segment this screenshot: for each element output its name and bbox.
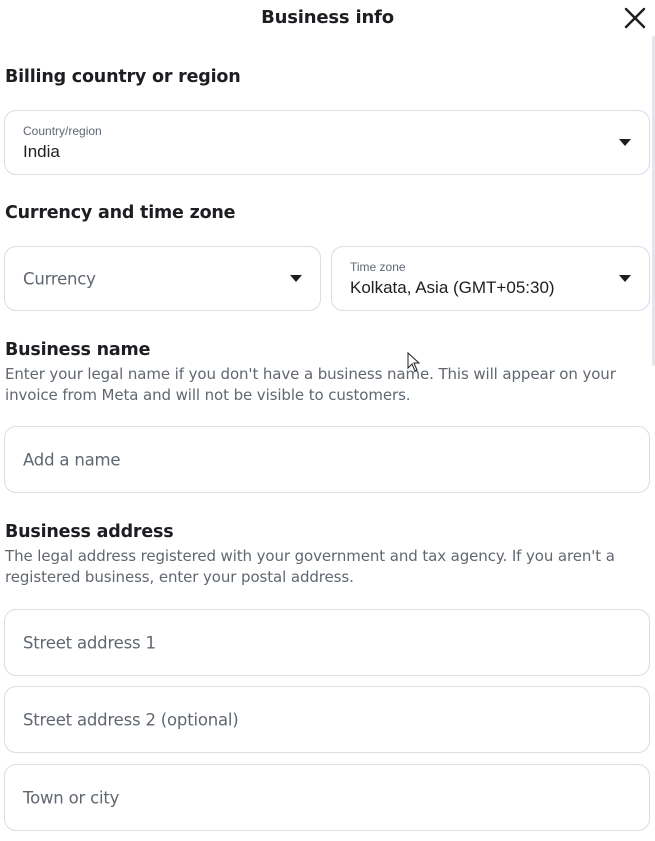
business-name-section-title: Business name [5, 340, 151, 360]
currency-timezone-section-title: Currency and time zone [5, 203, 236, 223]
country-select[interactable]: Country/region India [4, 110, 650, 175]
street-address-2-placeholder: Street address 2 (optional) [23, 710, 239, 729]
currency-placeholder: Currency [23, 269, 96, 288]
city-placeholder: Town or city [23, 788, 120, 807]
country-label: Country/region [23, 124, 102, 138]
close-button[interactable] [621, 4, 649, 32]
business-address-description: The legal address registered with your g… [5, 547, 615, 586]
timezone-select[interactable]: Time zone Kolkata, Asia (GMT+05:30) [331, 246, 650, 311]
business-name-input[interactable]: Add a name [4, 426, 650, 493]
street-address-1-placeholder: Street address 1 [23, 633, 156, 652]
business-address-section-title: Business address [5, 522, 174, 542]
street-address-2-input[interactable]: Street address 2 (optional) [4, 686, 650, 753]
billing-section-title: Billing country or region [5, 67, 241, 87]
city-input[interactable]: Town or city [4, 764, 650, 831]
dialog-title: Business info [261, 7, 394, 28]
timezone-value: Kolkata, Asia (GMT+05:30) [350, 278, 555, 297]
close-icon [624, 7, 646, 29]
caret-down-icon [290, 274, 302, 282]
currency-select[interactable]: Currency [4, 246, 321, 311]
country-value: India [23, 142, 60, 161]
business-name-description: Enter your legal name if you don't have … [5, 365, 616, 404]
caret-down-icon [619, 138, 631, 146]
street-address-1-input[interactable]: Street address 1 [4, 609, 650, 676]
dialog-header: Business info [0, 0, 655, 36]
business-name-placeholder: Add a name [23, 450, 121, 469]
timezone-label: Time zone [350, 260, 406, 274]
mouse-pointer-icon [407, 352, 421, 372]
caret-down-icon [619, 274, 631, 282]
